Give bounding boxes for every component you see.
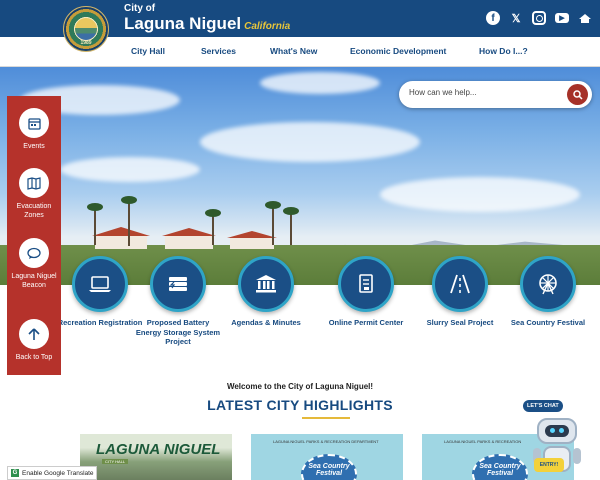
side-item-events[interactable]: Events (7, 108, 61, 151)
highlight-card-sea-country-festival[interactable]: LAGUNA NIGUEL PARKS & RECREATION DEPARTM… (251, 434, 403, 480)
social-links: f 𝕏 ▶ (486, 11, 592, 25)
quick-link-recreation-registration[interactable]: Recreation Registration (55, 256, 145, 328)
city-seal-logo[interactable]: 1989 (63, 6, 109, 52)
search-input[interactable] (409, 88, 559, 97)
festival-badge: Sea Country Festival (472, 454, 528, 480)
card-title: LAGUNA NIGUEL (96, 441, 221, 458)
battery-icon (169, 277, 187, 291)
quick-link-label: Agendas & Minutes (231, 318, 301, 327)
site-brand[interactable]: City of Laguna Niguel California (124, 4, 290, 34)
quick-link-sea-country-festival[interactable]: Sea Country Festival (503, 256, 593, 328)
youtube-icon[interactable]: ▶ (555, 13, 569, 23)
side-label-events: Events (23, 143, 45, 150)
search-icon (572, 89, 583, 100)
quick-link-label: Online Permit Center (328, 318, 404, 327)
nav-economic-development[interactable]: Economic Development (350, 46, 446, 56)
road-icon (450, 274, 470, 294)
highlight-card-city-hall[interactable]: LAGUNA NIGUEL CITY HALL (80, 434, 232, 480)
quick-link-agendas-minutes[interactable]: Agendas & Minutes (221, 256, 311, 328)
site-search (399, 81, 592, 108)
arrow-up-icon (28, 327, 40, 340)
side-item-beacon[interactable]: Laguna Niguel Beacon (7, 238, 61, 290)
permit-icon (359, 274, 373, 293)
nav-whats-new[interactable]: What's New (270, 46, 317, 56)
nextdoor-icon[interactable] (578, 11, 592, 25)
laptop-icon (89, 276, 111, 292)
card-subtitle: CITY HALL (102, 459, 129, 464)
nav-services[interactable]: Services (201, 46, 236, 56)
calendar-icon (27, 117, 41, 130)
nav-how-do-i[interactable]: How Do I...? (479, 46, 528, 56)
side-item-evacuation-zones[interactable]: Evacuation Zones (7, 168, 61, 220)
card-title: Sea Country Festival (479, 463, 521, 477)
chat-icon (27, 247, 41, 259)
welcome-text: Welcome to the City of Laguna Niguel! (226, 382, 374, 391)
map-icon (27, 176, 41, 190)
brand-city-of: City of (124, 3, 156, 14)
robot-icon (537, 418, 577, 444)
side-item-back-to-top[interactable]: Back to Top (7, 319, 61, 362)
side-label-evacuation-zones: Evacuation Zones (16, 203, 52, 219)
quick-link-slurry-seal-project[interactable]: Slurry Seal Project (415, 256, 505, 328)
google-translate-toggle[interactable]: G Enable Google Translate (7, 466, 97, 480)
card-title: Sea Country Festival (308, 463, 350, 477)
card-dept: LAGUNA NIGUEL PARKS & RECREATION DEPARTM… (273, 439, 379, 444)
side-label-back-to-top: Back to Top (15, 354, 53, 361)
card-dept: LAGUNA NIGUEL PARKS & RECREATION (444, 439, 522, 444)
x-twitter-icon[interactable]: 𝕏 (509, 11, 523, 25)
instagram-icon[interactable] (532, 11, 546, 25)
nav-city-hall[interactable]: City Hall (131, 46, 165, 56)
side-label-beacon: Laguna Niguel Beacon (11, 273, 57, 289)
chat-sign: ENTRY! (534, 458, 564, 472)
seal-year: 1989 (80, 40, 92, 46)
brand-city-name: Laguna Niguel (124, 14, 242, 33)
facebook-icon[interactable]: f (486, 11, 500, 25)
side-quick-panel: Events Evacuation Zones Laguna Niguel Be… (7, 96, 61, 375)
brand-state: California (244, 21, 291, 32)
quick-link-label: Recreation Registration (57, 318, 143, 327)
translate-label: Enable Google Translate (22, 469, 94, 477)
quick-link-online-permit-center[interactable]: Online Permit Center (321, 256, 411, 328)
ferris-wheel-icon (539, 274, 557, 295)
heading-underline (302, 417, 350, 419)
festival-badge: Sea Country Festival (301, 454, 357, 480)
quick-link-label: Slurry Seal Project (426, 318, 494, 327)
highlights-heading: LATEST CITY HIGHLIGHTS (207, 397, 393, 413)
google-translate-icon: G (11, 469, 19, 477)
quick-link-label: Proposed Battery Energy Storage System P… (135, 318, 221, 346)
quick-link-label: Sea Country Festival (510, 318, 586, 327)
search-button[interactable] (567, 84, 588, 105)
quick-link-battery-storage[interactable]: Proposed Battery Energy Storage System P… (133, 256, 223, 347)
chat-bubble: LET'S CHAT (523, 400, 563, 412)
chatbot-launcher[interactable]: LET'S CHAT ENTRY! (521, 400, 593, 480)
government-building-icon (256, 275, 276, 293)
